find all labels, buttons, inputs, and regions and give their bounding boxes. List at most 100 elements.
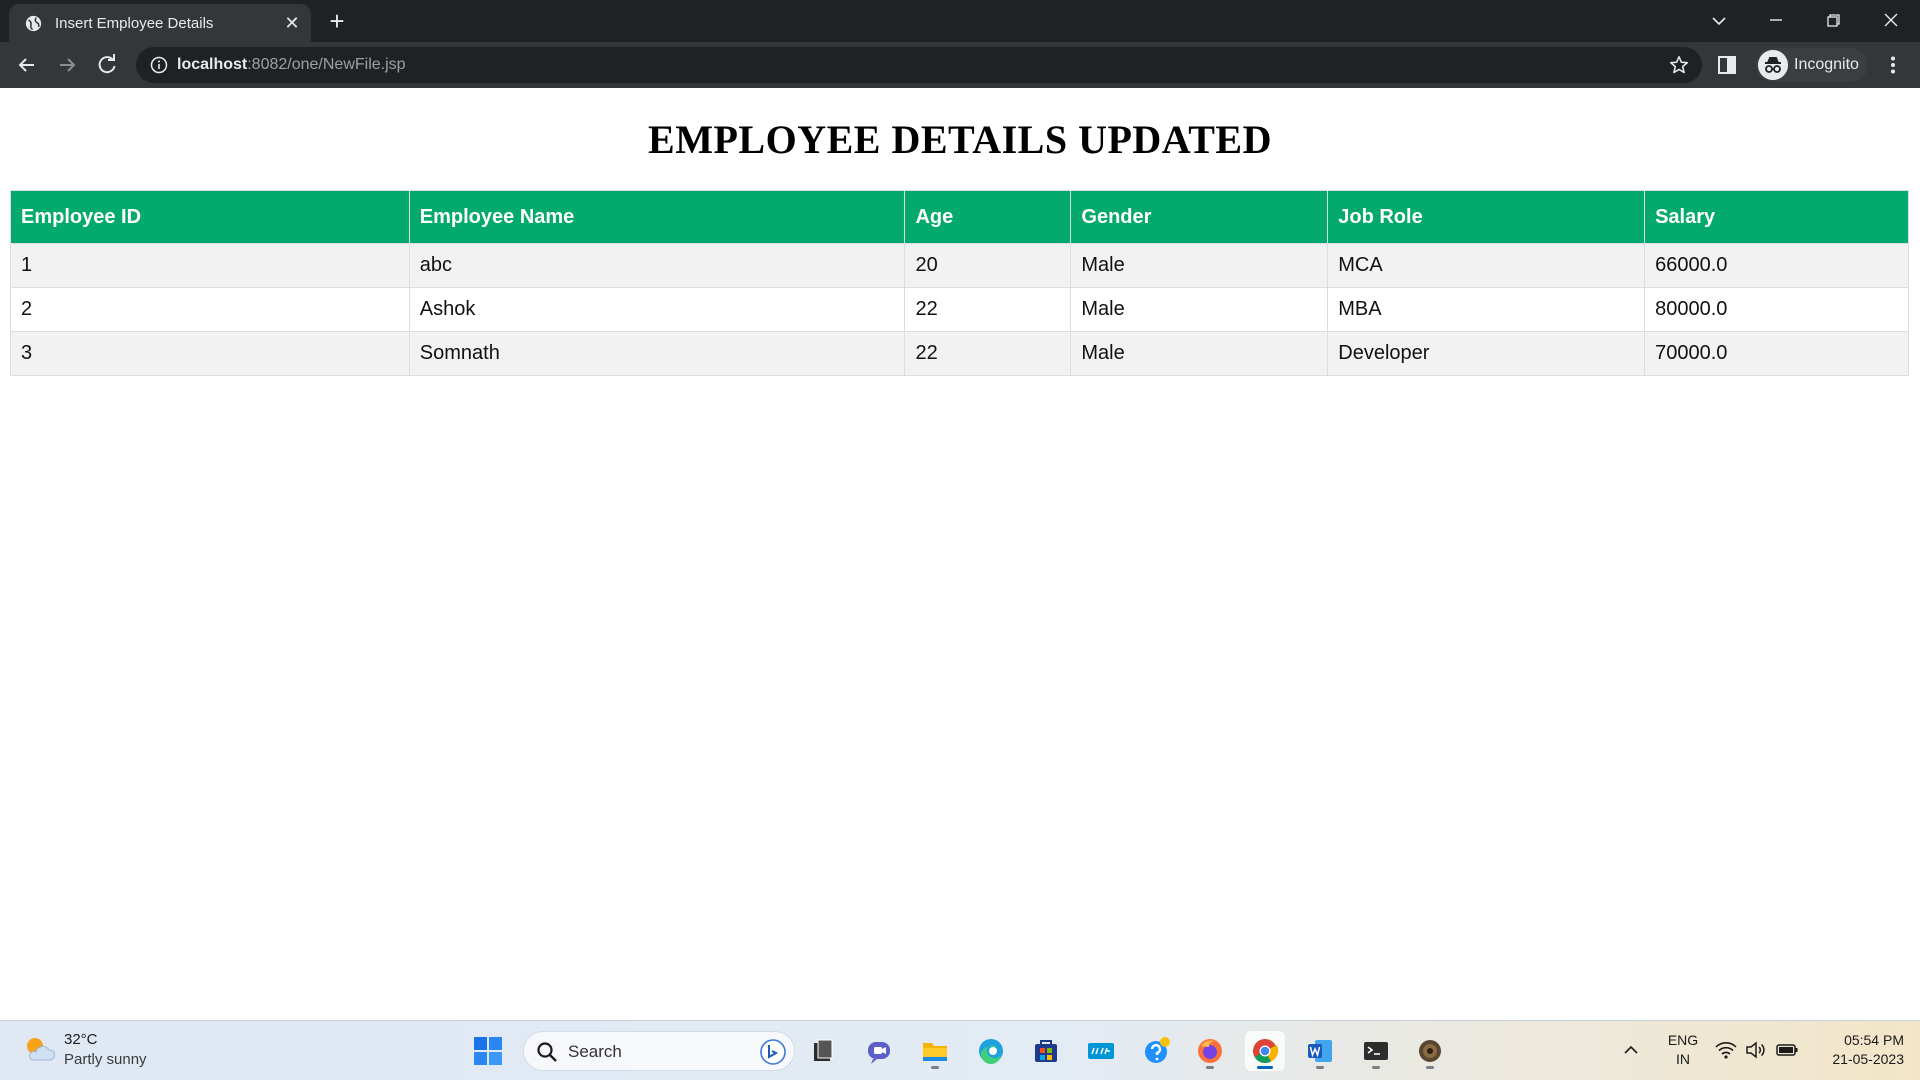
- word-app[interactable]: [1300, 1031, 1340, 1071]
- cell-job-role: Developer: [1327, 331, 1646, 376]
- chrome-icon: [1253, 1039, 1279, 1064]
- tab-search-icon[interactable]: [1699, 6, 1739, 36]
- store-app[interactable]: [1026, 1031, 1066, 1071]
- close-tab-icon[interactable]: ✕: [281, 12, 303, 34]
- reload-icon[interactable]: [92, 50, 122, 80]
- cell-employee-id: 2: [10, 287, 410, 332]
- cell-job-role: MCA: [1327, 243, 1646, 288]
- cell-employee-name: Somnath: [408, 331, 906, 376]
- terminal-app[interactable]: [1356, 1031, 1396, 1071]
- cell-employee-name: abc: [408, 243, 906, 288]
- running-indicator: [1426, 1066, 1434, 1069]
- clock-date: 21-05-2023: [1832, 1051, 1904, 1067]
- table-row: 3 Somnath 22 Male Developer 70000.0: [10, 331, 1909, 376]
- minimize-icon[interactable]: [1756, 6, 1796, 36]
- chrome-app[interactable]: [1245, 1031, 1285, 1071]
- page-title: EMPLOYEE DETAILS UPDATED: [648, 117, 1272, 162]
- search-icon: [537, 1042, 557, 1062]
- cell-salary: 70000.0: [1644, 331, 1909, 376]
- battery-icon[interactable]: [1775, 1039, 1799, 1061]
- table-row: 1 abc 20 Male MCA 66000.0: [10, 243, 1909, 288]
- cell-employee-id: 1: [10, 243, 410, 288]
- windows-start-icon[interactable]: [472, 1035, 504, 1067]
- search-placeholder: Search: [568, 1042, 622, 1061]
- incognito-icon: [1758, 50, 1788, 80]
- site-info-icon[interactable]: [150, 56, 168, 74]
- edge-app[interactable]: [971, 1031, 1011, 1071]
- store-icon: [1035, 1040, 1057, 1062]
- cell-employee-id: 3: [10, 331, 410, 376]
- cell-age: 22: [904, 331, 1072, 376]
- taskbar-search[interactable]: Search: [523, 1031, 795, 1071]
- cell-salary: 66000.0: [1644, 243, 1909, 288]
- browser-toolbar: localhost:8082/one/NewFile.jsp Incognito: [0, 42, 1920, 88]
- myhp-app[interactable]: [1081, 1031, 1121, 1071]
- employee-table: Employee ID Employee Name Age Gender Job…: [10, 190, 1909, 376]
- cell-gender: Male: [1070, 287, 1329, 332]
- get-help-icon: [1145, 1037, 1170, 1063]
- incognito-profile-button[interactable]: Incognito: [1756, 48, 1868, 82]
- cell-salary: 80000.0: [1644, 287, 1909, 332]
- url-host: localhost: [177, 56, 248, 73]
- table-row: 2 Ashok 22 Male MBA 80000.0: [10, 287, 1909, 332]
- teams-chat-icon: [868, 1042, 890, 1064]
- tab-title: Insert Employee Details: [55, 15, 214, 32]
- kebab-menu-icon[interactable]: [1882, 54, 1904, 76]
- table-header-row: Employee ID Employee Name Age Gender Job…: [10, 190, 1909, 244]
- forward-icon[interactable]: [52, 50, 82, 80]
- close-window-icon[interactable]: [1871, 6, 1911, 36]
- settings-app[interactable]: [1410, 1031, 1450, 1071]
- url-path: :8082/one/NewFile.jsp: [247, 56, 406, 73]
- terminal-icon: [1364, 1042, 1388, 1060]
- word-icon: [1308, 1040, 1332, 1062]
- cell-job-role: MBA: [1327, 287, 1646, 332]
- globe-icon: [25, 15, 42, 32]
- get-help-app[interactable]: [1137, 1031, 1177, 1071]
- cell-gender: Male: [1070, 243, 1329, 288]
- taskbar: 32°C Partly sunny Search ENG IN 05:54 PM…: [0, 1020, 1920, 1080]
- header-employee-name: Employee Name: [408, 190, 906, 244]
- bing-icon[interactable]: [760, 1039, 786, 1065]
- running-indicator: [1316, 1066, 1324, 1069]
- back-icon[interactable]: [12, 50, 42, 80]
- teams-chat-app[interactable]: [859, 1031, 899, 1071]
- file-manager-app[interactable]: [803, 1031, 843, 1071]
- firefox-icon: [1198, 1039, 1222, 1063]
- header-age: Age: [904, 190, 1072, 244]
- side-panel-icon[interactable]: [1716, 54, 1738, 76]
- partly-sunny-icon: [27, 1038, 56, 1061]
- url-text[interactable]: localhost:8082/one/NewFile.jsp: [177, 56, 406, 74]
- volume-icon[interactable]: [1744, 1039, 1768, 1061]
- file-explorer-app[interactable]: [915, 1031, 955, 1071]
- header-employee-id: Employee ID: [10, 190, 410, 244]
- cell-age: 20: [904, 243, 1072, 288]
- address-bar[interactable]: localhost:8082/one/NewFile.jsp: [136, 47, 1702, 83]
- restore-icon[interactable]: [1813, 6, 1853, 36]
- file-explorer-icon: [923, 1043, 947, 1061]
- running-indicator: [1206, 1066, 1214, 1069]
- language-indicator[interactable]: ENG IN: [1666, 1031, 1700, 1069]
- browser-tab[interactable]: Insert Employee Details ✕: [9, 4, 311, 42]
- page-content: EMPLOYEE DETAILS UPDATED Employee ID Emp…: [0, 88, 1920, 1020]
- header-job-role: Job Role: [1327, 190, 1646, 244]
- chevron-up-icon[interactable]: [1620, 1039, 1642, 1061]
- cell-gender: Male: [1070, 331, 1329, 376]
- bookmark-star-icon[interactable]: [1668, 54, 1690, 76]
- running-indicator: [1372, 1066, 1380, 1069]
- firefox-app[interactable]: [1190, 1031, 1230, 1071]
- file-manager-icon: [814, 1039, 833, 1061]
- header-gender: Gender: [1070, 190, 1329, 244]
- running-indicator: [931, 1066, 939, 1069]
- active-indicator: [1257, 1066, 1273, 1069]
- browser-titlebar: Insert Employee Details ✕ +: [0, 0, 1920, 42]
- clock-time: 05:54 PM: [1844, 1032, 1904, 1048]
- weather-description: Partly sunny: [64, 1051, 147, 1068]
- wifi-icon[interactable]: [1714, 1039, 1738, 1061]
- edge-icon: [979, 1039, 1003, 1065]
- header-salary: Salary: [1644, 190, 1909, 244]
- profile-label: Incognito: [1794, 56, 1859, 73]
- language-code: ENG: [1667, 1032, 1699, 1048]
- new-tab-button[interactable]: +: [322, 8, 352, 36]
- settings-app-icon: [1419, 1040, 1441, 1062]
- system-clock[interactable]: 05:54 PM 21-05-2023: [1808, 1031, 1904, 1069]
